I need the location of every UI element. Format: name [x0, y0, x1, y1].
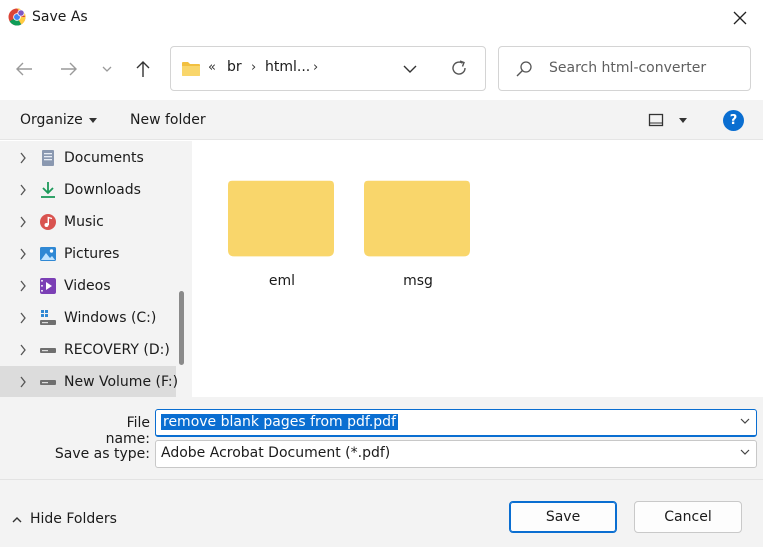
refresh-icon[interactable] [449, 58, 469, 78]
address-bar[interactable]: « br › html... › [170, 46, 486, 91]
sidebar-item-downloads[interactable]: Downloads [0, 174, 176, 206]
arrow-left-icon [16, 62, 32, 76]
documents-icon [42, 150, 54, 166]
file-list-pane[interactable]: eml msg [192, 141, 763, 397]
sidebar-item-label: Downloads [64, 182, 141, 198]
drive-icon [40, 380, 56, 385]
divider [0, 479, 763, 480]
chevron-right-icon[interactable] [19, 376, 27, 388]
sidebar-item-label: Videos [64, 278, 111, 294]
chevron-right-icon[interactable] [19, 344, 27, 356]
arrow-up-icon [136, 61, 150, 77]
view-options-icon[interactable] [648, 112, 664, 128]
recent-locations-button[interactable] [92, 54, 122, 84]
file-name-input[interactable]: remove blank pages from pdf.pdf [155, 409, 757, 437]
sidebar-item-recovery-d[interactable]: RECOVERY (D:) [0, 334, 176, 366]
save-options-panel: File name: remove blank pages from pdf.p… [0, 397, 763, 547]
window-title: Save As [32, 9, 88, 25]
breadcrumb-overflow[interactable]: « [208, 60, 216, 75]
hide-folders-label: Hide Folders [30, 511, 117, 527]
save-as-type-value: Adobe Acrobat Document (*.pdf) [161, 445, 391, 461]
save-as-type-select[interactable]: Adobe Acrobat Document (*.pdf) [155, 440, 757, 468]
windows-drive-icon [40, 310, 56, 325]
forward-button[interactable] [54, 54, 84, 84]
sidebar-item-label: New Volume (F:) [64, 374, 179, 390]
chevron-down-icon[interactable] [740, 418, 750, 425]
folder-item-eml[interactable]: eml [222, 163, 342, 297]
search-icon [516, 61, 532, 77]
chevron-right-icon[interactable] [19, 216, 27, 228]
chevron-right-icon[interactable] [19, 248, 27, 260]
search-box[interactable]: Search html-converter [498, 46, 751, 91]
folder-item-msg[interactable]: msg [358, 163, 478, 297]
file-name-value[interactable]: remove blank pages from pdf.pdf [161, 414, 398, 430]
new-folder-button[interactable]: New folder [130, 112, 206, 128]
chrome-icon [8, 8, 26, 26]
chevron-down-icon[interactable] [403, 59, 417, 79]
chevron-right-icon[interactable] [19, 184, 27, 196]
sidebar-item-label: Music [64, 214, 104, 230]
sidebar-scrollbar[interactable] [179, 291, 184, 365]
close-icon [733, 11, 747, 25]
sidebar-item-videos[interactable]: Videos [0, 270, 176, 302]
videos-icon [40, 278, 56, 294]
arrow-right-icon [61, 62, 77, 76]
navigation-bar: « br › html... › Search html-converter [0, 36, 763, 100]
downloads-icon [41, 182, 55, 198]
organize-button[interactable]: Organize [20, 112, 97, 128]
sidebar-item-windows-c[interactable]: Windows (C:) [0, 302, 176, 334]
search-input[interactable]: Search html-converter [549, 60, 706, 76]
sidebar-item-label: Windows (C:) [64, 310, 157, 326]
chevron-down-icon [102, 66, 112, 72]
hide-folders-button[interactable]: Hide Folders [12, 511, 117, 527]
folder-icon [182, 62, 200, 76]
caret-down-icon[interactable] [679, 118, 687, 123]
sidebar-item-label: Documents [64, 150, 144, 166]
folder-icon [364, 180, 470, 257]
chevron-right-icon[interactable] [19, 280, 27, 292]
up-button[interactable] [128, 54, 158, 84]
folder-name: eml [268, 273, 296, 289]
breadcrumb-separator: › [251, 60, 257, 75]
sidebar-item-music[interactable]: Music [0, 206, 176, 238]
sidebar-item-label: Pictures [64, 246, 120, 262]
chevron-right-icon[interactable] [19, 312, 27, 324]
breadcrumb-separator: › [313, 60, 319, 75]
title-bar: Save As [0, 0, 763, 36]
navigation-pane[interactable]: Documents Downloads Music Pictures Video… [0, 141, 192, 397]
sidebar-item-pictures[interactable]: Pictures [0, 238, 176, 270]
close-button[interactable] [717, 0, 763, 36]
pictures-icon [40, 247, 56, 261]
save-button[interactable]: Save [509, 501, 617, 533]
folder-name: msg [403, 273, 433, 289]
breadcrumb-html[interactable]: html... [265, 59, 310, 75]
command-bar: Organize New folder ? [0, 100, 763, 140]
chevron-right-icon[interactable] [19, 152, 27, 164]
caret-down-icon [88, 117, 97, 123]
breadcrumb-br[interactable]: br [227, 59, 242, 75]
chevron-down-icon[interactable] [740, 449, 750, 456]
music-icon [40, 214, 56, 230]
help-button[interactable]: ? [723, 110, 744, 131]
organize-label: Organize [20, 112, 83, 128]
file-name-label: File name: [105, 415, 150, 447]
drive-icon [40, 348, 56, 353]
chevron-up-icon [12, 516, 22, 522]
sidebar-item-documents[interactable]: Documents [0, 142, 176, 174]
sidebar-item-label: RECOVERY (D:) [64, 342, 170, 358]
folder-icon [228, 180, 334, 257]
sidebar-item-new-volume-f[interactable]: New Volume (F:) [0, 366, 179, 397]
save-as-type-label: Save as type: [54, 446, 150, 462]
cancel-button[interactable]: Cancel [634, 501, 742, 533]
back-button[interactable] [9, 54, 39, 84]
